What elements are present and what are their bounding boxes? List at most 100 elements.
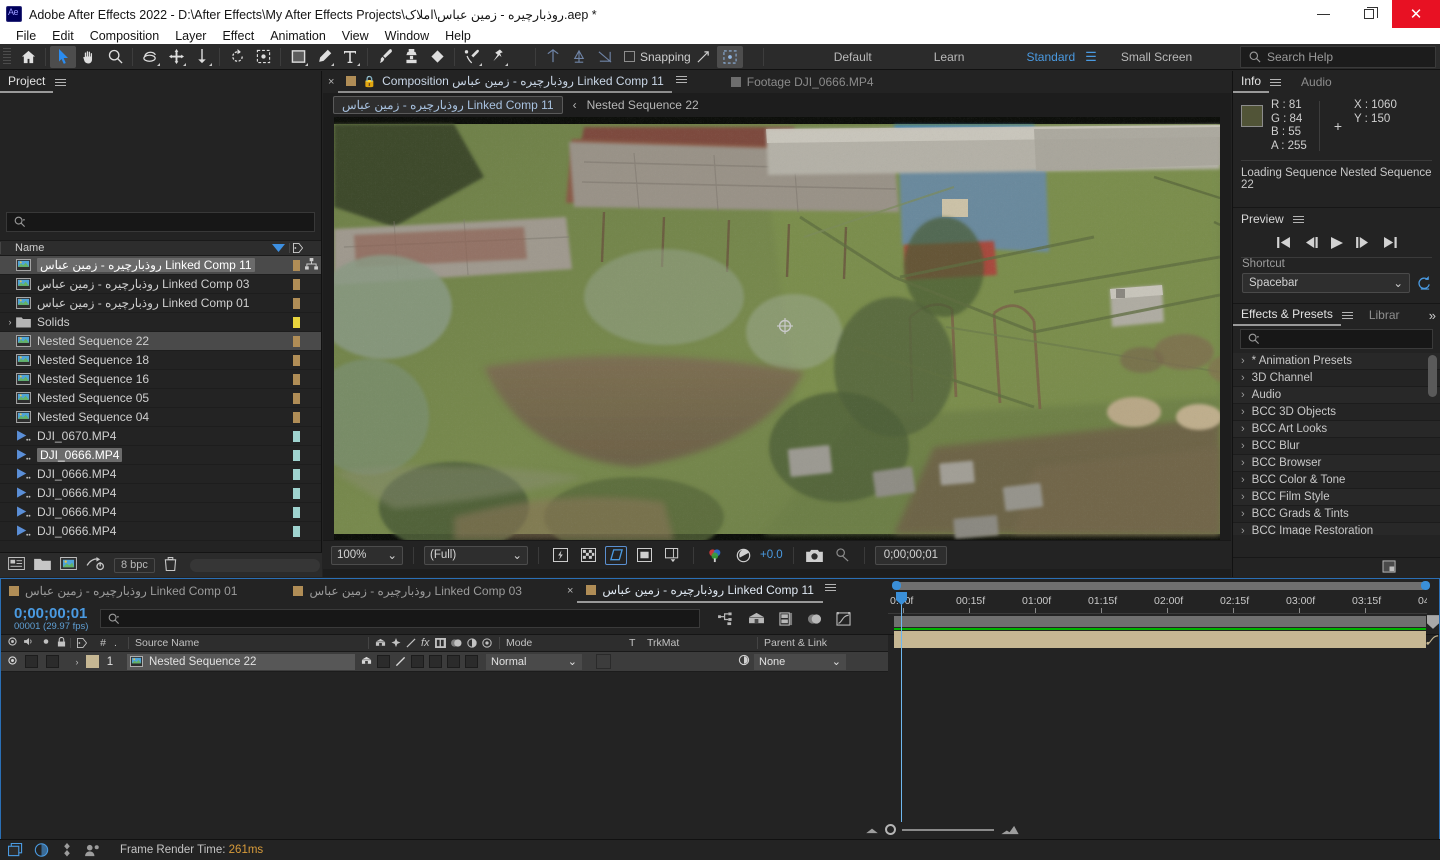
close-button[interactable]: ✕ <box>1392 0 1440 28</box>
roto-brush-tool[interactable] <box>459 46 485 68</box>
layer-label-color[interactable] <box>86 655 99 668</box>
breadcrumb-current[interactable]: روذبارچیره - زمین عباس Linked Comp 11 <box>333 96 563 114</box>
label-color-swatch[interactable] <box>293 316 300 328</box>
layer-adjustment-toggle[interactable] <box>465 655 478 668</box>
effects-category-row[interactable]: › BCC Image Restoration <box>1233 523 1440 535</box>
tab-libraries[interactable]: Librar <box>1361 304 1408 326</box>
collaborate-icon[interactable] <box>85 844 101 857</box>
snapshot-icon[interactable] <box>804 546 826 565</box>
chevron-right-icon[interactable]: › <box>1241 389 1245 401</box>
label-color-swatch[interactable] <box>293 449 300 461</box>
zoom-tool[interactable] <box>102 46 128 68</box>
zoom-level-select[interactable]: 100% ⌄ <box>331 545 403 565</box>
layer-quality-toggle[interactable] <box>395 656 406 667</box>
chevron-right-icon[interactable]: › <box>1241 440 1245 452</box>
minimize-button[interactable] <box>1300 0 1346 28</box>
chevron-right-icon[interactable]: › <box>1241 525 1245 535</box>
menu-composition[interactable]: Composition <box>82 28 167 44</box>
snap-align3-icon[interactable] <box>592 46 618 68</box>
layer-duration-bar[interactable] <box>894 631 1426 648</box>
transparency-grid-icon[interactable] <box>577 546 599 565</box>
layer-3d-toggle[interactable] <box>361 656 372 667</box>
rotate-tool[interactable] <box>224 46 250 68</box>
toolbar-grip[interactable] <box>3 47 11 66</box>
workspace-default[interactable]: Default <box>828 50 878 64</box>
show-snapshot-icon[interactable] <box>832 546 854 565</box>
project-settings-icon[interactable] <box>86 556 105 574</box>
label-color-swatch[interactable] <box>293 411 300 423</box>
type-tool[interactable] <box>337 46 363 68</box>
parent-pickwhip-icon[interactable] <box>738 654 750 669</box>
delete-icon[interactable] <box>164 556 177 574</box>
label-color-swatch[interactable] <box>293 525 300 537</box>
layer-parent-select[interactable]: None ⌄ <box>754 653 846 670</box>
tab-preview[interactable]: Preview <box>1233 208 1292 230</box>
shape-tool[interactable] <box>285 46 311 68</box>
pen-tool[interactable] <box>311 46 337 68</box>
menu-file[interactable]: File <box>8 28 44 44</box>
list-item[interactable]: Nested Sequence 22 <box>0 332 321 351</box>
draft-3d-icon[interactable] <box>748 612 765 626</box>
timeline-current-time[interactable]: 0;00;00;01 <box>0 606 88 621</box>
menu-edit[interactable]: Edit <box>44 28 82 44</box>
info-panel-menu-icon[interactable] <box>1270 77 1282 88</box>
menu-help[interactable]: Help <box>437 28 479 44</box>
label-color-swatch[interactable] <box>293 354 300 366</box>
list-item[interactable]: DJI_0666.MP4 <box>0 503 321 522</box>
effects-category-row[interactable]: › BCC 3D Objects <box>1233 404 1440 421</box>
chevron-right-icon[interactable]: › <box>1241 423 1245 435</box>
exposure-value[interactable]: +0.0 <box>760 549 783 561</box>
twirl-icon[interactable]: › <box>4 317 16 327</box>
label-color-swatch[interactable] <box>293 468 300 480</box>
label-color-swatch[interactable] <box>293 506 300 518</box>
menu-layer[interactable]: Layer <box>167 28 214 44</box>
graph-editor-icon[interactable] <box>836 611 852 626</box>
region-of-interest-icon[interactable] <box>605 545 627 565</box>
tab-project[interactable]: Project <box>0 71 54 93</box>
list-item[interactable]: Nested Sequence 18 <box>0 351 321 370</box>
layer-source[interactable]: Nested Sequence 22 <box>127 653 355 670</box>
timeline-zoom-slider[interactable] <box>865 824 1020 835</box>
resolution-select[interactable]: (Full) ⌄ <box>424 545 528 565</box>
snap-arrow-icon[interactable] <box>691 46 717 68</box>
selection-tool[interactable] <box>50 45 76 68</box>
label-color-swatch[interactable] <box>293 259 300 271</box>
timeline-search-input[interactable] <box>100 609 701 628</box>
label-color-swatch[interactable] <box>293 335 300 347</box>
zoom-in-icon[interactable] <box>1000 825 1020 835</box>
snap-align-icon[interactable] <box>540 46 566 68</box>
puppet-icon[interactable] <box>60 843 74 857</box>
timeline-scrollbar-top[interactable] <box>888 579 1440 592</box>
eraser-tool[interactable] <box>424 46 450 68</box>
effects-list[interactable]: › * Animation Presets › 3D Channel › Audio › BC… <box>1233 353 1440 535</box>
snap-align2-icon[interactable] <box>566 46 592 68</box>
breadcrumb-next[interactable]: Nested Sequence 22 <box>587 98 699 112</box>
menu-animation[interactable]: Animation <box>262 28 334 44</box>
menu-effect[interactable]: Effect <box>214 28 262 44</box>
label-color-swatch[interactable] <box>293 430 300 442</box>
shortcut-select[interactable]: Spacebar ⌄ <box>1242 273 1410 293</box>
maximize-button[interactable] <box>1346 0 1392 28</box>
layer-fx-toggle[interactable] <box>411 655 424 668</box>
label-color-swatch[interactable] <box>293 392 300 404</box>
puppet-pin-tool[interactable] <box>485 46 511 68</box>
new-composition-icon[interactable] <box>60 557 77 573</box>
new-folder-icon[interactable] <box>34 557 51 573</box>
workspace-small-screen[interactable]: Small Screen <box>1115 50 1198 64</box>
t-column-header[interactable]: T <box>629 637 647 649</box>
column-header-name[interactable]: Name <box>0 242 267 254</box>
timeline-panel-icon[interactable] <box>661 546 683 565</box>
chevron-right-icon[interactable]: › <box>1241 491 1245 503</box>
label-color-swatch[interactable] <box>293 373 300 385</box>
rotation-tool[interactable] <box>137 46 163 68</box>
effects-category-row[interactable]: › BCC Grads & Tints <box>1233 506 1440 523</box>
snap-target-icon[interactable] <box>716 45 743 68</box>
project-search-input[interactable] <box>6 212 315 232</box>
channel-icon[interactable] <box>704 546 726 565</box>
list-item[interactable]: DJI_0666.MP4 <box>0 465 321 484</box>
frame-blending-icon[interactable] <box>807 612 822 626</box>
list-item[interactable]: روذبارچیره - زمین عباس Linked Comp 03 <box>0 275 321 294</box>
source-name-column-header[interactable]: Source Name <box>128 637 368 649</box>
search-help-field[interactable]: Search Help <box>1240 46 1436 68</box>
layer-collapse-toggle[interactable] <box>377 655 390 668</box>
